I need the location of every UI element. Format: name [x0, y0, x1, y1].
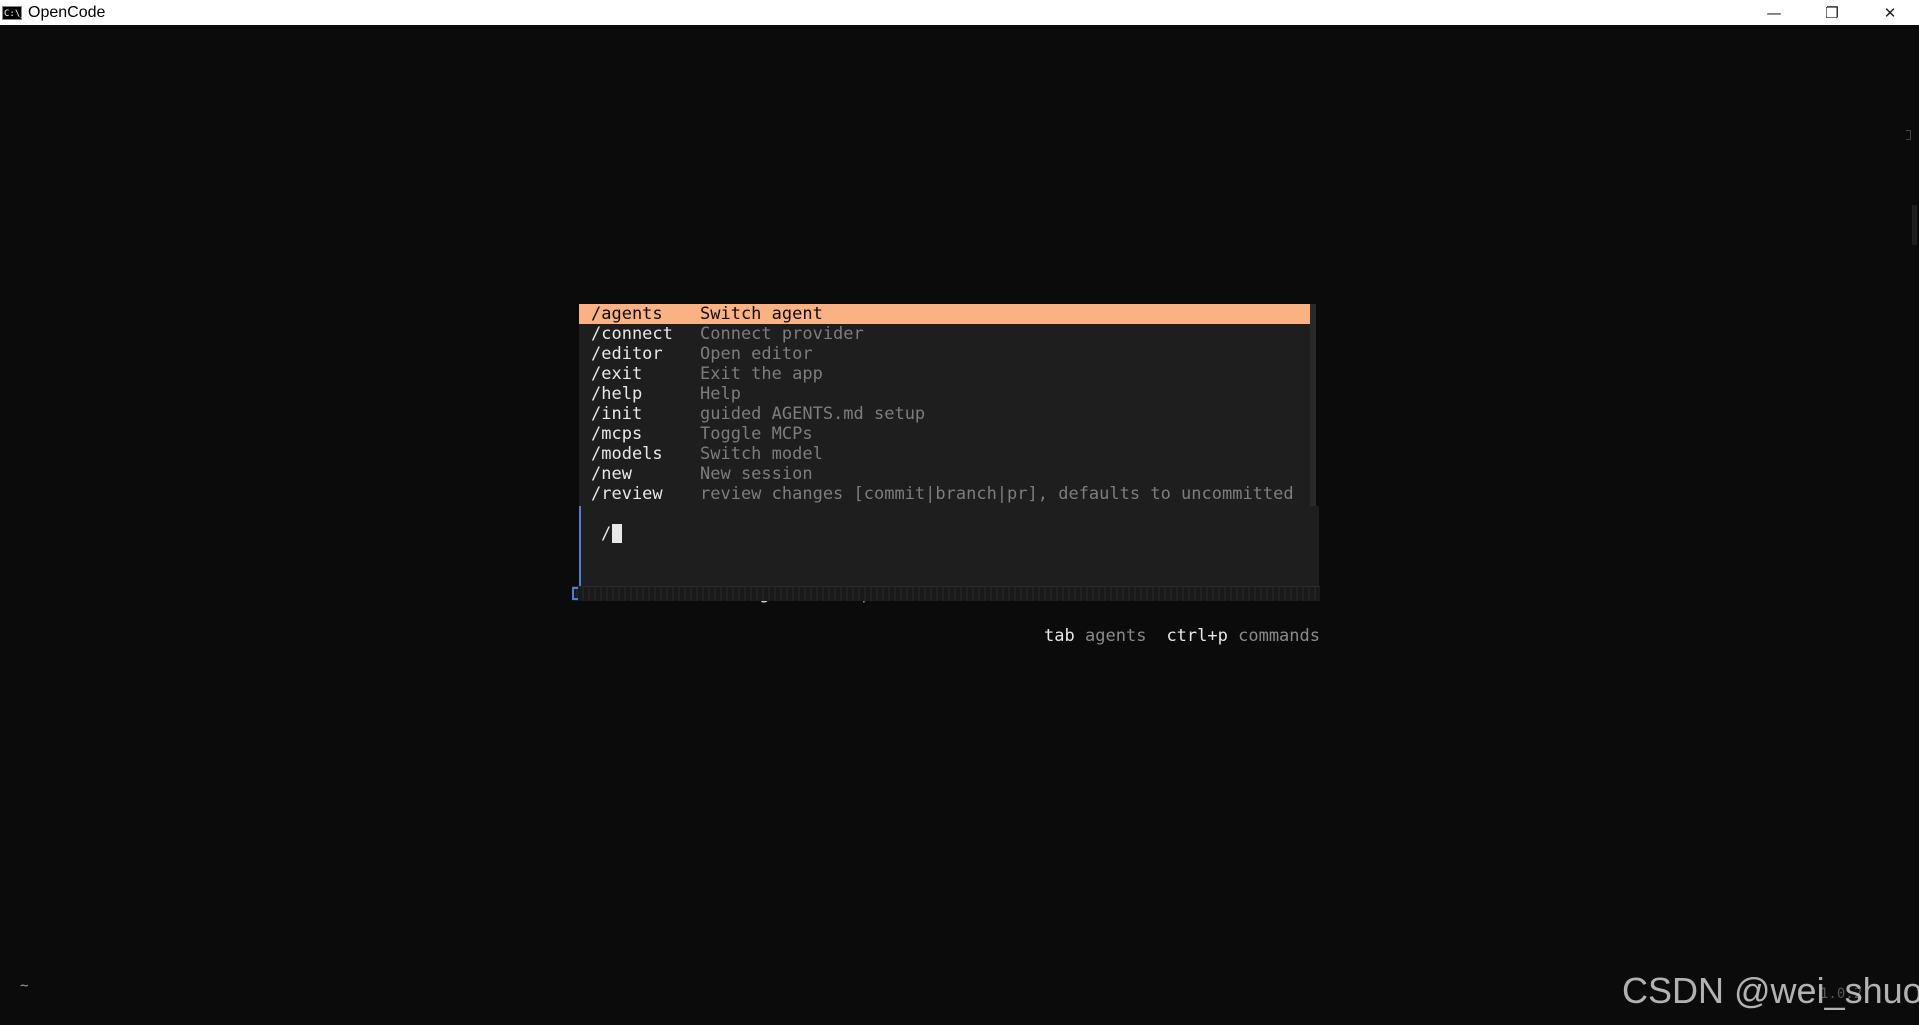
command-name: /editor	[591, 344, 663, 364]
window-controls: — ❐ ✕	[1745, 0, 1919, 25]
prompt-input-value: /	[601, 524, 612, 544]
hint-tab-key: tab	[1044, 626, 1075, 646]
keyboard-hints: tab agents ctrl+p commands	[1003, 606, 1320, 666]
scrollbar-thumb[interactable]	[1912, 205, 1917, 245]
command-item[interactable]: /agents Switch agent	[579, 304, 1310, 324]
command-item[interactable]: /models Switch model	[579, 444, 1310, 464]
title-bar[interactable]: C:\_ OpenCode — ❐ ✕	[0, 0, 1919, 25]
command-item[interactable]: /new New session	[579, 464, 1310, 484]
terminal-app-icon: C:\_	[2, 5, 26, 20]
prompt-input[interactable]: /	[601, 524, 623, 544]
palette-scrollbar-thumb[interactable]	[1310, 304, 1316, 506]
command-item[interactable]: /review review changes [commit|branch|pr]…	[579, 484, 1310, 504]
prompt-input-box[interactable]: / Build•Big PickleOpenCode Zen	[579, 506, 1319, 604]
command-name: /help	[591, 384, 643, 404]
watermark: CSDN @wei_shuo	[1622, 970, 1919, 1011]
command-description: Toggle MCPs	[700, 424, 813, 444]
command-description: Help	[700, 384, 741, 404]
hint-tab-label: agents	[1085, 626, 1147, 646]
terminal-scrollbar[interactable]	[1898, 25, 1919, 1025]
command-name: /review	[591, 484, 663, 504]
text-cursor	[612, 524, 623, 543]
command-name: /connect	[591, 324, 673, 344]
hint-commands-key: ctrl+p	[1166, 626, 1228, 646]
command-description: guided AGENTS.md setup	[700, 404, 926, 424]
input-border-corner	[572, 587, 578, 600]
command-name: /mcps	[591, 424, 643, 444]
command-description: Switch agent	[700, 304, 823, 324]
command-item[interactable]: /help Help	[579, 384, 1310, 404]
input-bottom-border	[572, 586, 1320, 601]
command-item[interactable]: /exit Exit the app	[579, 364, 1310, 384]
command-description: Connect provider	[700, 324, 864, 344]
command-name: /new	[591, 464, 632, 484]
command-item[interactable]: /connect Connect provider	[579, 324, 1310, 344]
command-description: review changes [commit|branch|pr], defau…	[700, 484, 1294, 504]
command-item[interactable]: /init guided AGENTS.md setup	[579, 404, 1310, 424]
command-description: New session	[700, 464, 813, 484]
palette-scrollbar[interactable]	[1310, 304, 1316, 506]
minimize-button[interactable]: —	[1745, 0, 1803, 25]
current-directory: ~	[20, 978, 29, 994]
command-name: /init	[591, 404, 643, 424]
command-name: /exit	[591, 364, 643, 384]
restore-button[interactable]: ❐	[1803, 0, 1861, 25]
command-name: /models	[591, 444, 663, 464]
command-item[interactable]: /mcps Toggle MCPs	[579, 424, 1310, 444]
window-title: OpenCode	[28, 3, 106, 21]
command-description: Open editor	[700, 344, 813, 364]
command-description: Switch model	[700, 444, 823, 464]
command-description: Exit the app	[700, 364, 823, 384]
command-name: /agents	[591, 304, 663, 324]
hint-commands-label: commands	[1238, 626, 1320, 646]
scrollbar-mark	[1906, 130, 1911, 140]
command-item[interactable]: /editor Open editor	[579, 344, 1310, 364]
close-button[interactable]: ✕	[1861, 0, 1919, 25]
terminal-window: C:\_ OpenCode — ❐ ✕ /agents Switch agent /…	[0, 0, 1919, 1025]
command-palette: /agents Switch agent/connect Connect provi…	[579, 304, 1310, 506]
